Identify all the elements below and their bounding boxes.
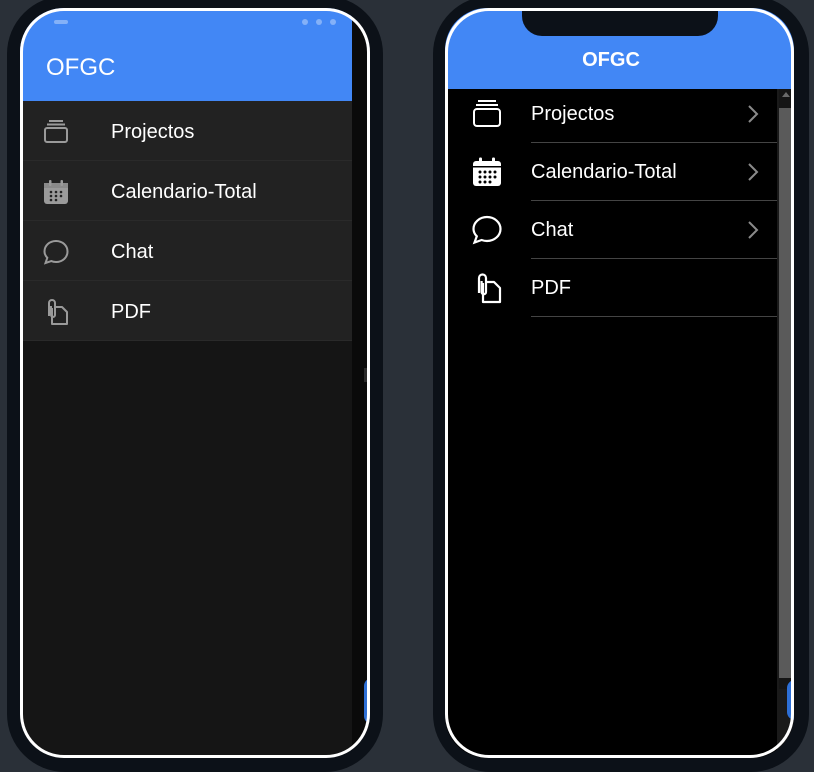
menu-item-label: Chat (111, 241, 154, 263)
ios-screen: OFGC Projectos Calendario-Total Chat PDF (445, 8, 794, 758)
menu-item-projectos[interactable]: Projectos (20, 101, 352, 161)
app-header: OFGC (20, 8, 352, 105)
status-bar-time (54, 20, 68, 24)
chat-bubble-icon (42, 238, 70, 266)
menu-item-chat[interactable]: Chat (445, 201, 777, 259)
menu-item-label: PDF (531, 277, 571, 299)
signal-icon (302, 19, 308, 25)
menu-item-projectos[interactable]: Projectos (445, 85, 777, 143)
android-screen: OFGC Projectos Calendario-Total Chat PDF (20, 8, 370, 758)
chevron-right-icon (747, 162, 759, 182)
menu-list: Projectos Calendario-Total Chat PDF (445, 85, 777, 317)
menu-item-pdf[interactable]: PDF (445, 259, 777, 317)
menu-item-label: Projectos (531, 103, 615, 125)
document-attach-icon (471, 272, 503, 304)
backdrop-strip (352, 8, 370, 758)
chevron-right-icon (747, 220, 759, 240)
menu-item-label: Calendario-Total (111, 181, 257, 203)
menu-item-calendario-total[interactable]: Calendario-Total (20, 161, 352, 221)
wifi-icon (316, 19, 322, 25)
scrollbar-gutter (777, 8, 794, 758)
android-phone-frame: OFGC Projectos Calendario-Total Chat PDF (7, 0, 383, 772)
menu-item-label: Calendario-Total (531, 161, 677, 183)
device-notch (522, 8, 718, 36)
scrollbar-thumb[interactable] (779, 108, 791, 678)
calendar-icon (471, 156, 503, 188)
backdrop-mark (364, 368, 368, 382)
scroll-up-arrow-icon[interactable] (782, 92, 790, 97)
cards-stack-icon (42, 118, 70, 146)
calendar-icon (42, 178, 70, 206)
chevron-right-icon (747, 104, 759, 124)
floating-action-button[interactable] (364, 678, 370, 724)
side-menu: Projectos Calendario-Total Chat PDF (20, 101, 352, 341)
cards-stack-icon (471, 98, 503, 130)
menu-item-calendario-total[interactable]: Calendario-Total (445, 143, 777, 201)
ios-phone-frame: OFGC Projectos Calendario-Total Chat PDF (433, 0, 809, 772)
status-bar-icons (302, 19, 336, 25)
menu-item-chat[interactable]: Chat (20, 221, 352, 281)
app-title: OFGC (46, 54, 116, 81)
menu-item-label: PDF (111, 301, 151, 323)
menu-item-pdf[interactable]: PDF (20, 281, 352, 341)
floating-action-button[interactable] (787, 680, 794, 720)
app-title: OFGC (582, 49, 640, 71)
menu-item-label: Chat (531, 219, 574, 241)
chat-bubble-icon (471, 214, 503, 246)
row-separator (531, 316, 777, 317)
battery-icon (330, 19, 336, 25)
document-attach-icon (42, 298, 70, 326)
menu-item-label: Projectos (111, 121, 195, 143)
